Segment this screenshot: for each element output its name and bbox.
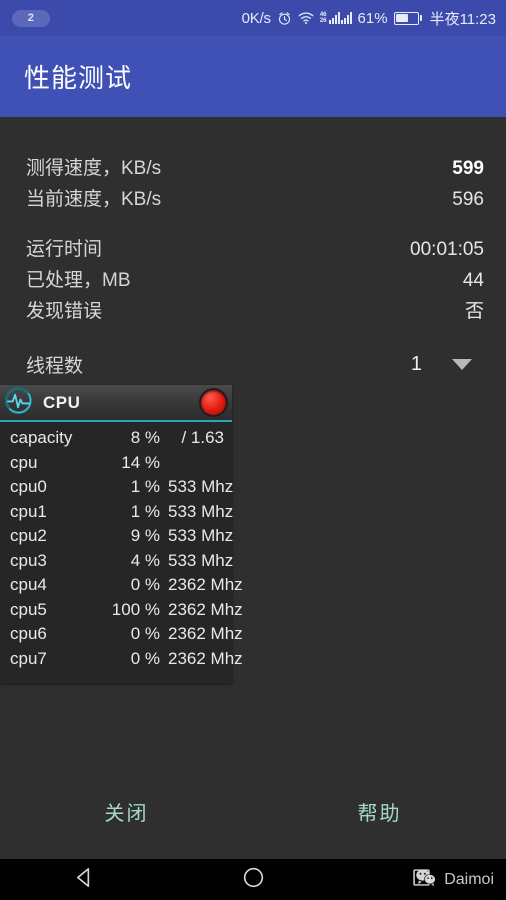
cpu-widget-title: CPU	[43, 392, 81, 412]
cpu-row-percent: 0 %	[130, 648, 160, 668]
list-item: cpu 14 %	[10, 453, 224, 478]
cpu-row-extra: 533 Mhz	[168, 501, 234, 521]
wifi-icon	[298, 11, 314, 25]
cpu-row-extra: 2362 Mhz	[168, 599, 243, 619]
stat-label: 运行时间	[26, 239, 103, 260]
cpu-monitor-widget[interactable]: CPU capacity 8 % / 1.63 cpu 14 % cpu0 1 …	[0, 385, 243, 683]
stat-label: 已处理，MB	[26, 270, 131, 291]
cpu-row-name: cpu7	[10, 648, 47, 668]
cellular-signal-icon: 46 26	[320, 12, 352, 24]
list-item: cpu6 0 % 2362 Mhz	[10, 624, 243, 649]
app-bar: 性能测试	[0, 36, 506, 117]
list-item: cpu0 1 % 533 Mhz	[10, 477, 233, 502]
main-content: 测得速度，KB/s 599 当前速度，KB/s 596 运行时间 00:01:0…	[0, 117, 506, 859]
chevron-down-icon[interactable]	[452, 358, 472, 370]
signal-bars	[328, 12, 340, 24]
phone-screen: 2 0K/s 46 26 61% 半夜11:23 性能测试 测得速度，KB/s …	[0, 0, 506, 900]
cpu-row-name: cpu0	[10, 477, 47, 496]
stat-label: 当前速度，KB/s	[26, 189, 162, 210]
stat-row-processed: 已处理，MB 44	[26, 265, 484, 296]
wechat-icon	[415, 868, 437, 892]
stat-row-errors-found: 发现错误 否	[26, 296, 484, 327]
signal-bars-secondary	[340, 12, 352, 24]
watermark: Daimoi	[415, 868, 494, 892]
cpu-row-percent: 0 %	[130, 575, 160, 594]
alarm-clock-icon	[277, 11, 292, 26]
list-item: cpu3 4 % 533 Mhz	[10, 550, 233, 576]
home-circle-icon[interactable]	[242, 866, 265, 894]
stat-value: 599	[452, 158, 484, 179]
cpu-row-name: cpu2	[10, 526, 47, 545]
stat-label: 发现错误	[26, 301, 103, 322]
stat-row-current-speed: 当前速度，KB/s 596	[26, 184, 484, 215]
stat-value: 00:01:05	[410, 239, 484, 260]
status-bar-right-group: 0K/s 46 26 61% 半夜11:23	[242, 8, 496, 29]
pulse-monitor-icon	[4, 386, 33, 420]
cpu-row-extra: 2362 Mhz	[168, 575, 243, 594]
cpu-row-name: cpu4	[10, 575, 47, 594]
cpu-row-extra: 533 Mhz	[168, 550, 234, 570]
cpu-row-extra: 2362 Mhz	[168, 648, 243, 668]
thread-count-control[interactable]: 1	[411, 353, 484, 376]
stat-value: 否	[464, 301, 484, 322]
cpu-row-extra: / 1.63	[181, 428, 224, 447]
cpu-row-percent: 4 %	[130, 550, 160, 570]
signal-generation-labels: 46 26	[319, 12, 327, 24]
list-item: capacity 8 % / 1.63	[10, 428, 224, 453]
stats-section: 测得速度，KB/s 599 当前速度，KB/s 596 运行时间 00:01:0…	[0, 117, 506, 381]
thread-count-row[interactable]: 线程数 1	[26, 347, 484, 381]
stat-value: 44	[462, 270, 484, 291]
cpu-row-extra: 533 Mhz	[168, 477, 234, 496]
nav-slot-back[interactable]	[0, 866, 169, 894]
help-button[interactable]: 帮助	[253, 791, 506, 832]
cpu-row-name: capacity	[10, 428, 73, 447]
cpu-row-extra: 2362 Mhz	[168, 624, 243, 643]
record-button-icon[interactable]	[201, 390, 226, 415]
cpu-widget-header[interactable]: CPU	[0, 385, 232, 422]
stat-group-divider	[26, 215, 484, 234]
stat-value: 596	[452, 189, 484, 210]
status-bar-clock: 半夜11:23	[429, 10, 496, 28]
cpu-row-name: cpu1	[10, 501, 47, 521]
status-bar: 2 0K/s 46 26 61% 半夜11:23	[0, 0, 506, 36]
thread-count-value: 1	[410, 352, 422, 375]
network-speed-text: 0K/s	[241, 9, 271, 27]
cpu-stats-list: capacity 8 % / 1.63 cpu 14 % cpu0 1 % 53…	[0, 422, 243, 683]
stat-label: 测得速度，KB/s	[26, 158, 162, 179]
footer-button-bar: 关闭 帮助	[0, 791, 506, 832]
back-triangle-icon[interactable]	[73, 866, 96, 894]
cpu-row-percent: 14 %	[121, 452, 160, 472]
close-button[interactable]: 关闭	[0, 791, 253, 832]
cpu-row-name: cpu6	[10, 624, 47, 643]
battery-percent-text: 61%	[357, 9, 388, 27]
list-item: cpu4 0 % 2362 Mhz	[10, 575, 243, 600]
watermark-text: Daimoi	[444, 870, 494, 888]
android-navigation-bar: Daimoi	[0, 859, 506, 900]
list-item: cpu7 0 % 2362 Mhz	[10, 648, 243, 674]
list-item: cpu2 9 % 533 Mhz	[10, 526, 233, 551]
nav-slot-home[interactable]	[169, 866, 338, 894]
page-title: 性能测试	[24, 63, 133, 93]
cpu-row-name: cpu3	[10, 550, 47, 570]
cpu-row-percent: 1 %	[130, 501, 160, 521]
cpu-row-percent: 100 %	[111, 599, 160, 619]
cpu-row-name: cpu	[10, 452, 38, 472]
battery-icon	[393, 11, 422, 25]
cpu-row-extra: 533 Mhz	[168, 526, 234, 545]
list-item: cpu1 1 % 533 Mhz	[10, 501, 233, 527]
stat-row-runtime: 运行时间 00:01:05	[26, 234, 484, 265]
thread-count-label: 线程数	[26, 355, 84, 377]
list-item: cpu5 100 % 2362 Mhz	[10, 599, 243, 625]
notification-count-badge: 2	[12, 9, 50, 27]
cpu-row-percent: 9 %	[130, 526, 160, 545]
stat-row-measured-speed: 测得速度，KB/s 599	[26, 153, 484, 184]
cpu-row-percent: 1 %	[130, 477, 160, 496]
cpu-row-percent: 0 %	[130, 624, 160, 643]
cpu-row-name: cpu5	[10, 599, 47, 619]
cpu-row-percent: 8 %	[130, 428, 160, 447]
